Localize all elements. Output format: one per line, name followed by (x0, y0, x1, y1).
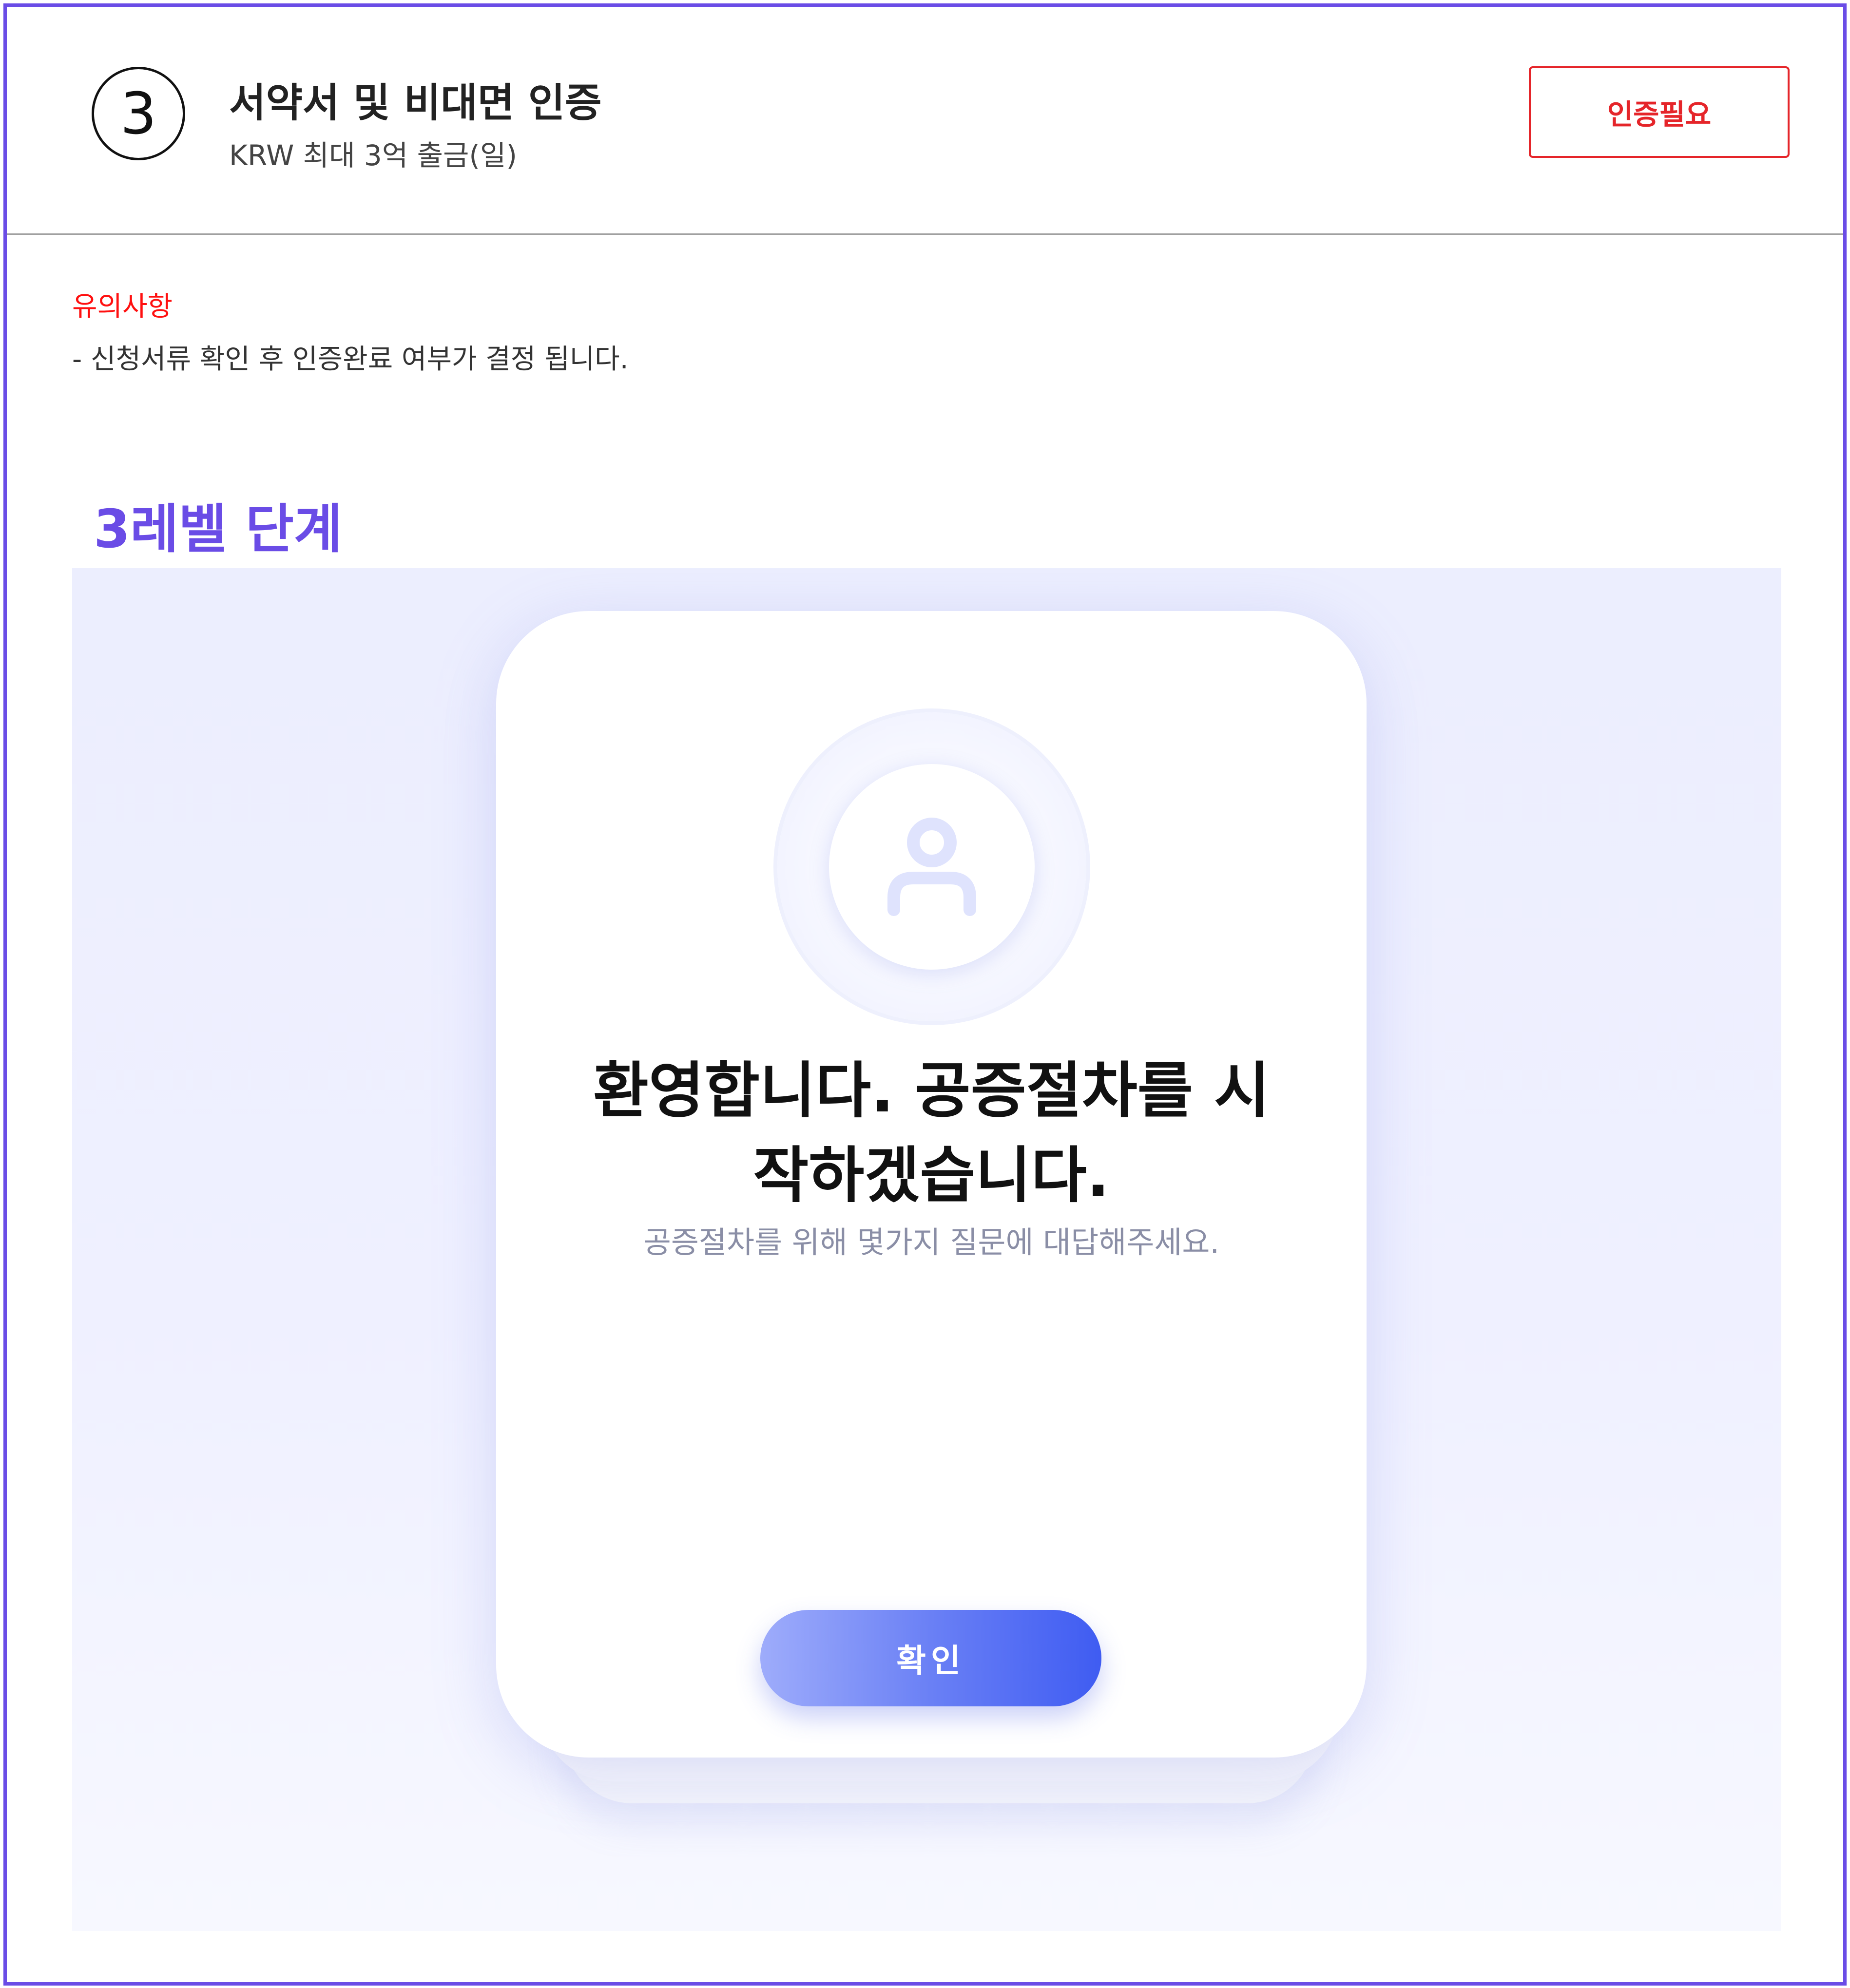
welcome-description: 공증절차를 위해 몇가지 질문에 대답해주세요. (643, 1224, 1220, 1260)
user-icon (883, 812, 981, 921)
step-title: 서약서 및 비대면 인증 (229, 80, 602, 126)
verification-stage: 환영합니다. 공증절차를 시 작하겠습니다. 공증절차를 위해 몇가지 질문에 … (72, 568, 1781, 1931)
step-number-badge: 3 (92, 67, 185, 160)
notice-title: 유의사항 (72, 291, 173, 323)
verification-required-button[interactable]: 인증필요 (1529, 66, 1790, 158)
verification-step-panel: 3 서약서 및 비대면 인증 KRW 최대 3억 출금(일) 인증필요 유의사항… (3, 3, 1847, 1986)
welcome-title-line2: 작하겠습니다. (753, 1141, 1110, 1211)
welcome-title-line1: 환영합니다. 공증절차를 시 (593, 1056, 1270, 1126)
welcome-card: 환영합니다. 공증절차를 시 작하겠습니다. 공증절차를 위해 몇가지 질문에 … (496, 611, 1367, 1758)
confirm-button[interactable]: 확인 (760, 1610, 1101, 1706)
step-subtitle: KRW 최대 3억 출금(일) (229, 139, 517, 172)
welcome-title: 환영합니다. 공증절차를 시 작하겠습니다. (496, 1049, 1367, 1218)
avatar (829, 764, 1035, 970)
level-title: 3레벨 단계 (94, 499, 343, 560)
step-header: 3 서약서 및 비대면 인증 KRW 최대 3억 출금(일) 인증필요 (7, 7, 1843, 235)
avatar-ring (777, 712, 1086, 1021)
notice-text: - 신청서류 확인 후 인증완료 여부가 결정 됩니다. (72, 344, 629, 375)
